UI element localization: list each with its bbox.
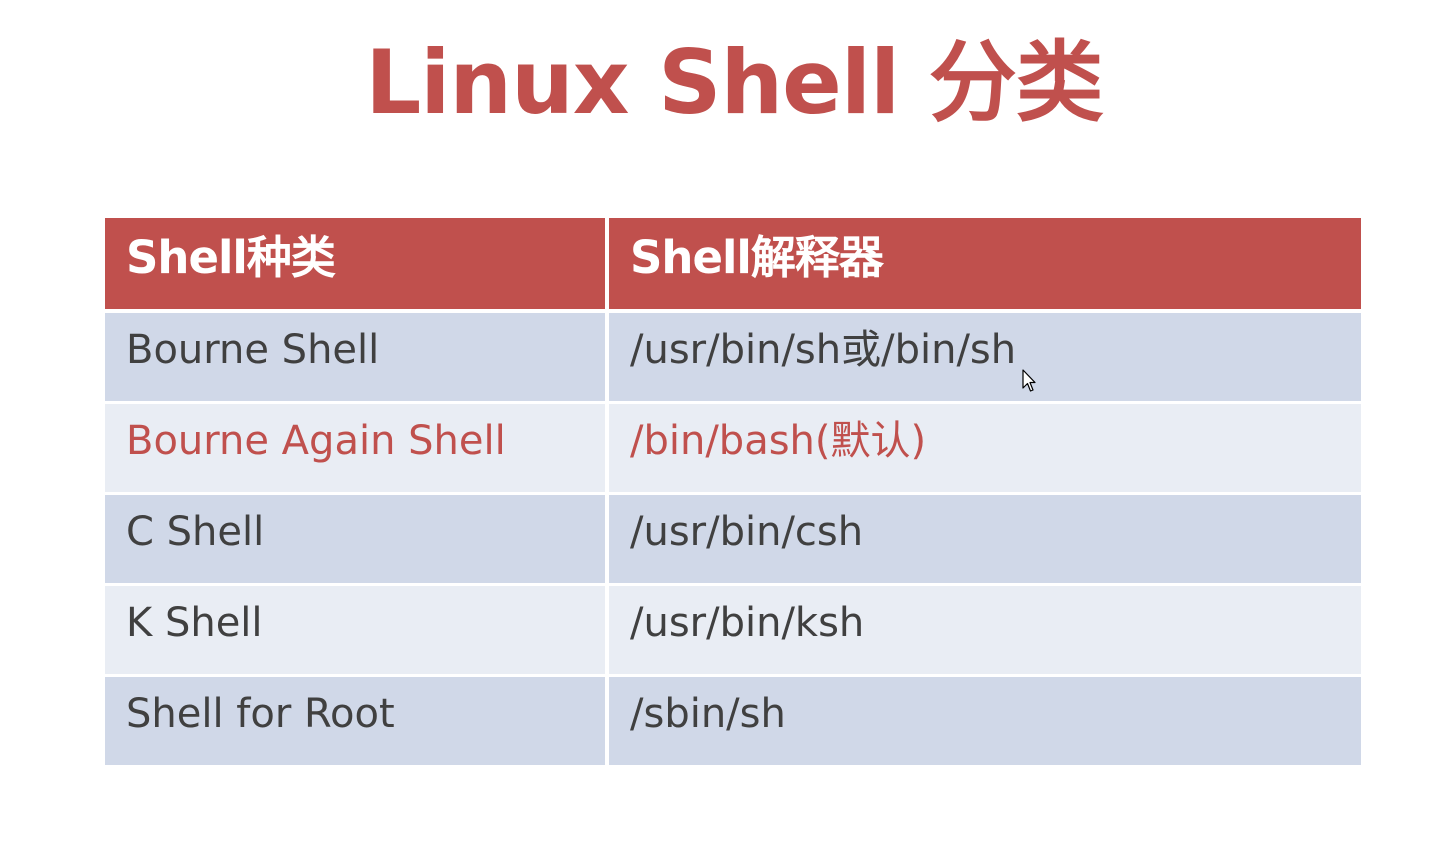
shell-interpreter-cell: /bin/bash(默认) [609, 401, 1361, 492]
shell-type-cell: Bourne Again Shell [105, 401, 609, 492]
shell-interpreter-cell: /usr/bin/csh [609, 492, 1361, 583]
table-row: K Shell /usr/bin/ksh [105, 583, 1361, 674]
header-shell-type: Shell种类 [105, 218, 609, 313]
header-shell-interpreter: Shell解释器 [609, 218, 1361, 313]
shell-types-table: Shell种类 Shell解释器 Bourne Shell /usr/bin/s… [105, 218, 1361, 765]
table-row: Shell for Root /sbin/sh [105, 674, 1361, 765]
shell-interpreter-cell: /usr/bin/ksh [609, 583, 1361, 674]
shell-interpreter-cell: /sbin/sh [609, 674, 1361, 765]
table-row: Bourne Shell /usr/bin/sh或/bin/sh [105, 313, 1361, 401]
table-header-row: Shell种类 Shell解释器 [105, 218, 1361, 313]
shell-type-cell: C Shell [105, 492, 609, 583]
table-row: C Shell /usr/bin/csh [105, 492, 1361, 583]
shell-type-cell: Shell for Root [105, 674, 609, 765]
shell-type-cell: Bourne Shell [105, 313, 609, 401]
table-row: Bourne Again Shell /bin/bash(默认) [105, 401, 1361, 492]
mouse-pointer-icon [1022, 369, 1036, 392]
slide-title: Linux Shell 分类 [365, 31, 1104, 134]
shell-interpreter-cell: /usr/bin/sh或/bin/sh [609, 313, 1361, 401]
shell-type-cell: K Shell [105, 583, 609, 674]
